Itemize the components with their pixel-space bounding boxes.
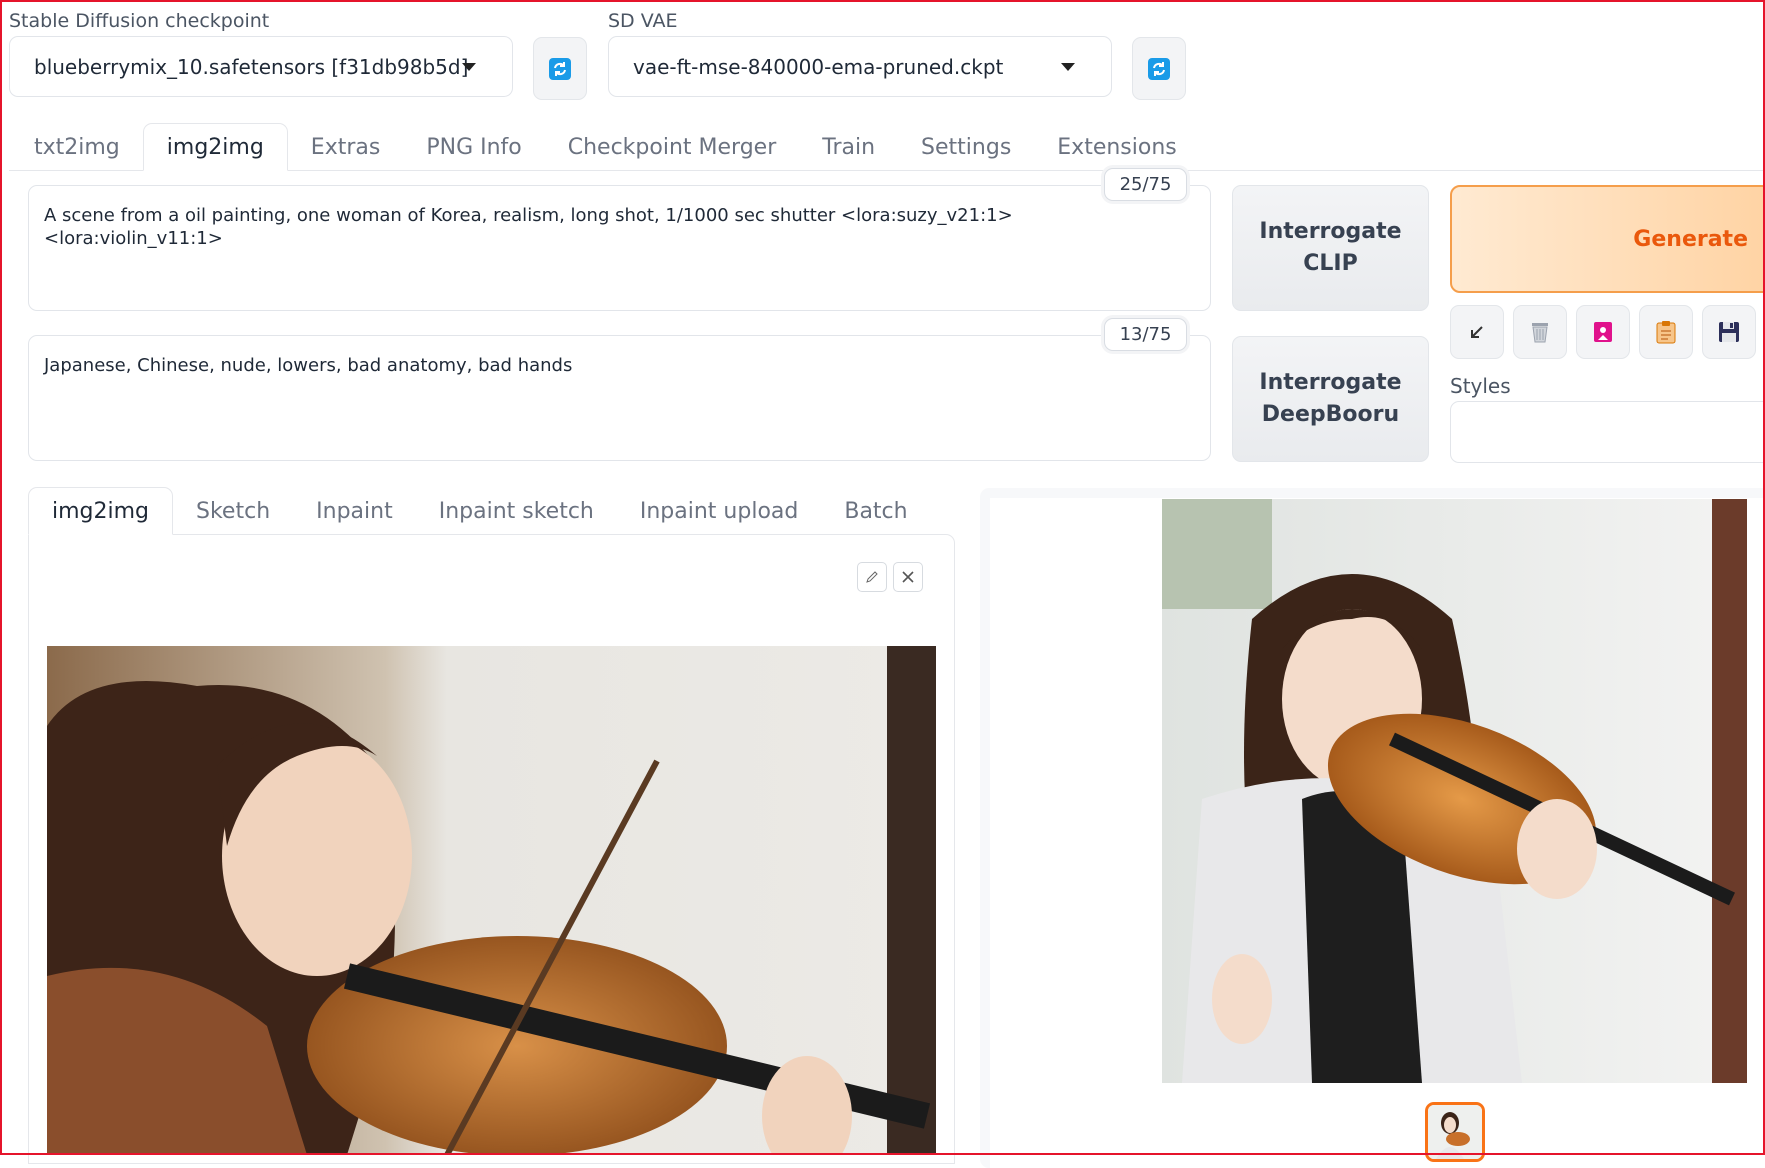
styles-label: Styles [1450, 374, 1511, 398]
interrogate-deepbooru-line2: DeepBooru [1261, 402, 1400, 427]
clear-prompt-button[interactable] [1513, 305, 1567, 359]
prompt-textarea[interactable]: A scene from a oil painting, one woman o… [28, 185, 1211, 311]
show-extra-networks-button[interactable] [1576, 305, 1630, 359]
main-tabs: txt2img img2img Extras PNG Info Checkpoi… [11, 123, 1200, 171]
generate-button[interactable]: Generate [1450, 185, 1765, 293]
send-to-prompt-button[interactable] [1450, 305, 1504, 359]
interrogate-clip-button[interactable]: Interrogate CLIP [1232, 185, 1429, 311]
refresh-icon [1148, 57, 1170, 80]
subtab-inpaint[interactable]: Inpaint [293, 487, 416, 535]
tab-train[interactable]: Train [799, 123, 898, 171]
interrogate-deepbooru-label: Interrogate DeepBooru [1259, 367, 1401, 431]
negative-token-counter: 13/75 [1104, 318, 1187, 351]
vae-refresh-button[interactable] [1132, 37, 1186, 100]
arrow-down-left-icon [1471, 326, 1483, 338]
chevron-down-icon [1061, 62, 1075, 71]
vae-dropdown[interactable]: vae-ft-mse-840000-ema-pruned.ckpt [608, 36, 1112, 97]
save-style-button[interactable] [1702, 305, 1756, 359]
vae-label: SD VAE [608, 10, 678, 32]
save-icon [1719, 322, 1739, 342]
tab-extensions[interactable]: Extensions [1034, 123, 1199, 171]
styles-dropdown[interactable] [1450, 401, 1765, 463]
refresh-icon [549, 57, 571, 80]
tab-png-info[interactable]: PNG Info [403, 123, 544, 171]
output-image[interactable] [1162, 499, 1747, 1083]
checkpoint-dropdown[interactable]: blueberrymix_10.safetensors [f31db98b5d] [9, 36, 513, 97]
chevron-down-icon [462, 62, 476, 71]
subtab-batch[interactable]: Batch [821, 487, 930, 535]
clear-image-button[interactable] [893, 562, 923, 592]
trash-icon [1532, 323, 1548, 343]
tab-txt2img[interactable]: txt2img [11, 123, 143, 171]
tab-extras[interactable]: Extras [288, 123, 404, 171]
pencil-icon [866, 571, 878, 583]
apply-styles-button[interactable] [1639, 305, 1693, 359]
interrogate-clip-line1: Interrogate [1259, 219, 1402, 245]
interrogate-clip-line2: CLIP [1303, 251, 1358, 276]
tab-img2img[interactable]: img2img [142, 123, 288, 171]
close-icon [902, 571, 914, 583]
clipboard-icon [1656, 321, 1676, 344]
vae-value: vae-ft-mse-840000-ema-pruned.ckpt [633, 54, 1004, 79]
edit-image-button[interactable] [857, 562, 887, 592]
tab-checkpoint-merger[interactable]: Checkpoint Merger [545, 123, 800, 171]
prompt-token-counter: 25/75 [1104, 168, 1187, 201]
interrogate-deepbooru-button[interactable]: Interrogate DeepBooru [1232, 336, 1429, 462]
checkpoint-value: blueberrymix_10.safetensors [f31db98b5d] [34, 54, 469, 79]
img2img-sub-tabs: img2img Sketch Inpaint Inpaint sketch In… [28, 487, 931, 535]
negative-prompt-textarea[interactable]: Japanese, Chinese, nude, lowers, bad ana… [28, 335, 1211, 461]
subtab-inpaint-upload[interactable]: Inpaint upload [617, 487, 821, 535]
subtab-inpaint-sketch[interactable]: Inpaint sketch [416, 487, 617, 535]
checkpoint-refresh-button[interactable] [533, 37, 587, 100]
tab-settings[interactable]: Settings [898, 123, 1034, 171]
checkpoint-label: Stable Diffusion checkpoint [9, 10, 270, 32]
interrogate-deepbooru-line1: Interrogate [1259, 370, 1402, 396]
gallery-thumbnail[interactable] [1425, 1102, 1485, 1162]
bookmark-icon [1594, 322, 1612, 342]
subtab-sketch[interactable]: Sketch [173, 487, 293, 535]
interrogate-clip-label: Interrogate CLIP [1259, 216, 1401, 280]
subtab-img2img[interactable]: img2img [28, 487, 174, 535]
input-image [47, 646, 936, 1155]
